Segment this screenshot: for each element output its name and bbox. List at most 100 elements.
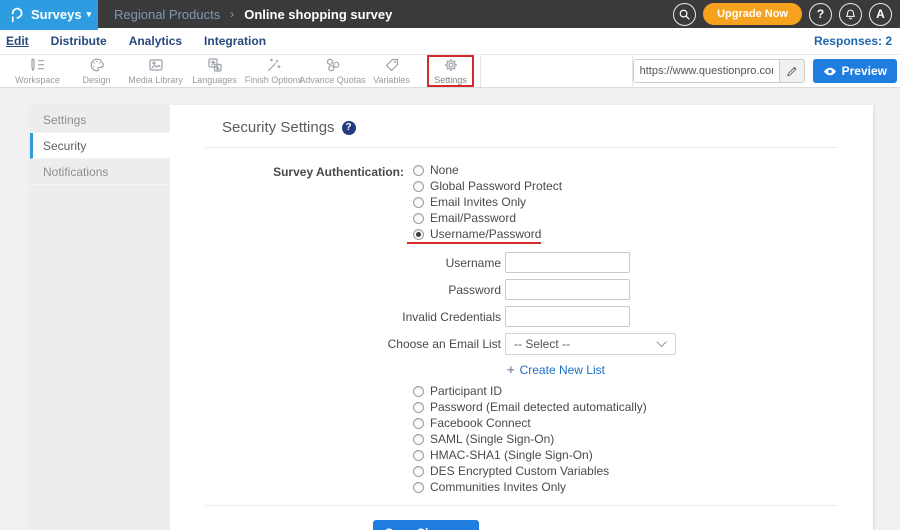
- eye-icon: [823, 67, 836, 75]
- divider: [205, 505, 838, 506]
- auth-options-top: None Global Password Protect Email Invit…: [406, 164, 562, 244]
- title-help-icon[interactable]: ?: [341, 120, 356, 135]
- username-label: Username: [445, 255, 501, 270]
- toolbar-item-variables[interactable]: Variables: [362, 55, 421, 87]
- radio-circle: [413, 433, 424, 445]
- toolbar-item-finish-options[interactable]: Finish Options: [244, 55, 303, 87]
- breadcrumb: Regional Products › Online shopping surv…: [98, 7, 392, 22]
- save-changes-button[interactable]: Save Changes: [373, 520, 480, 530]
- create-new-list-link[interactable]: + Create New List: [507, 363, 605, 377]
- radio-participant-id[interactable]: Participant ID: [413, 385, 502, 397]
- questionpro-logo-icon: [11, 7, 23, 23]
- breadcrumb-current: Online shopping survey: [244, 6, 393, 22]
- radio-circle: [413, 465, 424, 477]
- tab-analytics[interactable]: Analytics: [129, 34, 182, 48]
- settings-sidebar: Settings Security Notifications: [30, 105, 170, 530]
- sidebar-item-settings[interactable]: Settings: [30, 107, 170, 133]
- toolbar-item-media-library[interactable]: Media Library: [126, 55, 185, 87]
- radio-circle: [413, 385, 424, 397]
- radio-username-password[interactable]: Username/Password: [406, 228, 542, 244]
- account-avatar[interactable]: A: [869, 2, 892, 26]
- bell-icon: [845, 9, 856, 19]
- responses-count[interactable]: Responses: 2: [814, 34, 900, 48]
- radio-none[interactable]: None: [413, 164, 459, 176]
- toolbar-item-label: Finish Options: [244, 75, 303, 85]
- tab-distribute[interactable]: Distribute: [51, 34, 107, 48]
- radio-hmac-sha1-sso[interactable]: HMAC-SHA1 (Single Sign-On): [413, 449, 593, 461]
- radio-global-password-protect[interactable]: Global Password Protect: [413, 180, 562, 192]
- product-menu-label: Surveys: [31, 6, 82, 22]
- toolbar-item-label: Advance Quotas: [299, 75, 366, 85]
- search-button[interactable]: [673, 2, 697, 26]
- radio-circle-checked: [413, 228, 424, 240]
- toolbar-item-design[interactable]: Design: [67, 55, 126, 87]
- tab-integration[interactable]: Integration: [204, 34, 266, 48]
- invalid-credentials-label: Invalid Credentials: [402, 309, 501, 324]
- section-tabs: Edit Distribute Analytics Integration Re…: [0, 28, 900, 55]
- breadcrumb-parent[interactable]: Regional Products: [114, 7, 220, 22]
- toolbar-item-label: Settings: [434, 75, 467, 85]
- sidebar-item-security[interactable]: Security: [30, 133, 170, 159]
- chevron-down-icon: ▾: [86, 8, 92, 19]
- avatar-letter: A: [876, 7, 885, 21]
- email-list-label: Choose an Email List: [387, 337, 501, 351]
- radio-facebook-connect[interactable]: Facebook Connect: [413, 417, 531, 429]
- chevron-down-icon: [656, 340, 667, 347]
- toolbar-item-label: Media Library: [128, 75, 183, 85]
- media-library-icon: [148, 59, 163, 71]
- notifications-button[interactable]: [839, 2, 862, 26]
- radio-communities-invites-only[interactable]: Communities Invites Only: [413, 481, 566, 493]
- toolbar-item-label: Design: [82, 75, 111, 85]
- preview-button[interactable]: Preview: [812, 59, 897, 83]
- security-settings-panel: Security Settings ? Survey Authenticatio…: [170, 105, 873, 530]
- radio-circle: [413, 212, 424, 224]
- search-icon: [679, 9, 690, 20]
- settings-icon: [444, 58, 457, 72]
- question-mark-icon: ?: [816, 7, 825, 21]
- sidebar-item-notifications[interactable]: Notifications: [30, 159, 170, 185]
- radio-circle: [413, 417, 424, 429]
- tab-edit[interactable]: Edit: [6, 34, 29, 48]
- radio-circle: [413, 164, 424, 176]
- radio-saml-sso[interactable]: SAML (Single Sign-On): [413, 433, 554, 445]
- help-button[interactable]: ?: [809, 2, 832, 26]
- upgrade-now-button[interactable]: Upgrade Now: [703, 3, 802, 25]
- survey-authentication-label: Survey Authentication:: [273, 165, 404, 179]
- password-label: Password: [448, 282, 501, 297]
- toolbar-divider: [480, 55, 481, 87]
- radio-email-invites-only[interactable]: Email Invites Only: [413, 196, 526, 208]
- radio-password-email-detected[interactable]: Password (Email detected automatically): [413, 401, 647, 413]
- email-list-select[interactable]: -- Select --: [505, 333, 676, 355]
- toolbar-item-advance-quotas[interactable]: Advance Quotas: [299, 55, 366, 87]
- preview-label: Preview: [841, 64, 887, 78]
- toolbar-item-settings[interactable]: Settings: [421, 55, 480, 87]
- toolbar-item-workspace[interactable]: Workspace: [8, 55, 67, 87]
- toolbar-item-languages[interactable]: Languages: [185, 55, 244, 87]
- radio-circle: [413, 196, 424, 208]
- radio-circle: [413, 481, 424, 493]
- edit-url-button[interactable]: [779, 59, 805, 83]
- toolbar-item-label: Languages: [192, 75, 237, 85]
- username-input[interactable]: [505, 252, 630, 273]
- page-body: Settings Security Notifications Security…: [0, 105, 900, 530]
- languages-icon: [207, 58, 222, 72]
- variables-icon: [385, 58, 398, 72]
- survey-url-input[interactable]: [632, 59, 780, 83]
- workspace-icon: [30, 58, 44, 71]
- radio-circle: [413, 449, 424, 461]
- product-menu[interactable]: Surveys ▾: [0, 0, 98, 28]
- finish-options-icon: [267, 58, 281, 72]
- auth-options-bottom: Participant ID Password (Email detected …: [413, 385, 873, 493]
- invalid-credentials-input[interactable]: [505, 306, 630, 327]
- password-input[interactable]: [505, 279, 630, 300]
- radio-email-password[interactable]: Email/Password: [413, 212, 516, 224]
- toolbar-item-label: Variables: [373, 75, 410, 85]
- settings-card: Settings Security Notifications Security…: [30, 105, 873, 530]
- design-icon: [90, 58, 104, 72]
- divider: [205, 147, 838, 148]
- pencil-icon: [786, 67, 797, 77]
- radio-circle: [413, 401, 424, 413]
- advance-quotas-icon: [326, 58, 339, 72]
- radio-des-encrypted-custom-variables[interactable]: DES Encrypted Custom Variables: [413, 465, 609, 477]
- app-window: Surveys ▾ Regional Products › Online sho…: [0, 0, 900, 530]
